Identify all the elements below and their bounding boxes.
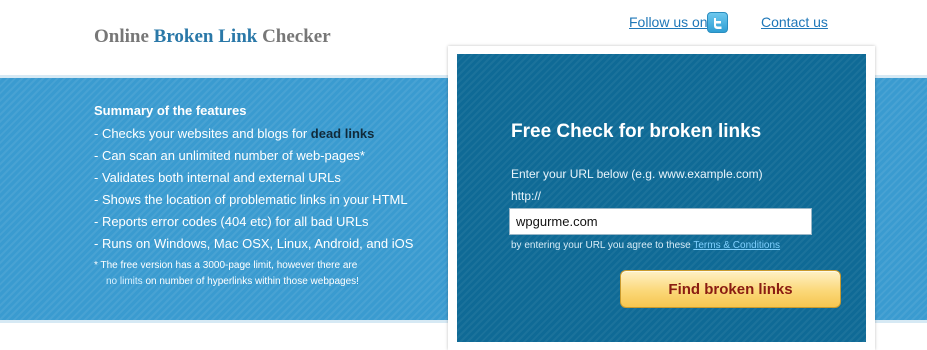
features-summary: Summary of the features - Checks your we… [94,103,434,290]
feature-item: - Checks your websites and blogs for dea… [94,126,375,141]
logo-word-online: Online [94,26,149,47]
terms-notice: by entering your URL you agree to these … [511,240,780,251]
url-prefix-label: http:// [511,189,542,203]
url-help-text: Enter your URL below (e.g. www.example.c… [511,167,763,181]
logo-word-checker: Checker [262,26,331,47]
footnote-line-1: * The free version has a 3000-page limit… [94,260,358,271]
logo-word-broken-link: Broken Link [153,26,258,47]
footnote-line-2: no limits on number of hyperlinks within… [106,276,359,287]
twitter-icon[interactable] [707,12,728,33]
check-panel-title: Free Check for broken links [511,121,762,142]
find-broken-links-button[interactable]: Find broken links [620,270,841,308]
no-limits-highlight: no limits [106,276,143,287]
features-footnote: * The free version has a 3000-page limit… [94,258,434,290]
feature-item: - Runs on Windows, Mac OSX, Linux, Andro… [94,236,414,251]
contact-us-link[interactable]: Contact us [761,14,828,30]
feature-item: - Shows the location of problematic link… [94,192,408,207]
feature-item: - Can scan an unlimited number of web-pa… [94,148,365,163]
page: Online Broken Link Checker Follow us on … [0,0,927,350]
features-title: Summary of the features [94,103,247,118]
terms-conditions-link[interactable]: Terms & Conditions [693,240,780,251]
url-input[interactable] [509,208,812,235]
site-logo[interactable]: Online Broken Link Checker [94,26,331,48]
follow-us-link[interactable]: Follow us on [629,14,708,30]
feature-item: - Reports error codes (404 etc) for all … [94,214,369,229]
feature-highlight: dead links [310,126,375,141]
feature-item: - Validates both internal and external U… [94,170,341,185]
terms-text: by entering your URL you agree to these [511,240,694,251]
